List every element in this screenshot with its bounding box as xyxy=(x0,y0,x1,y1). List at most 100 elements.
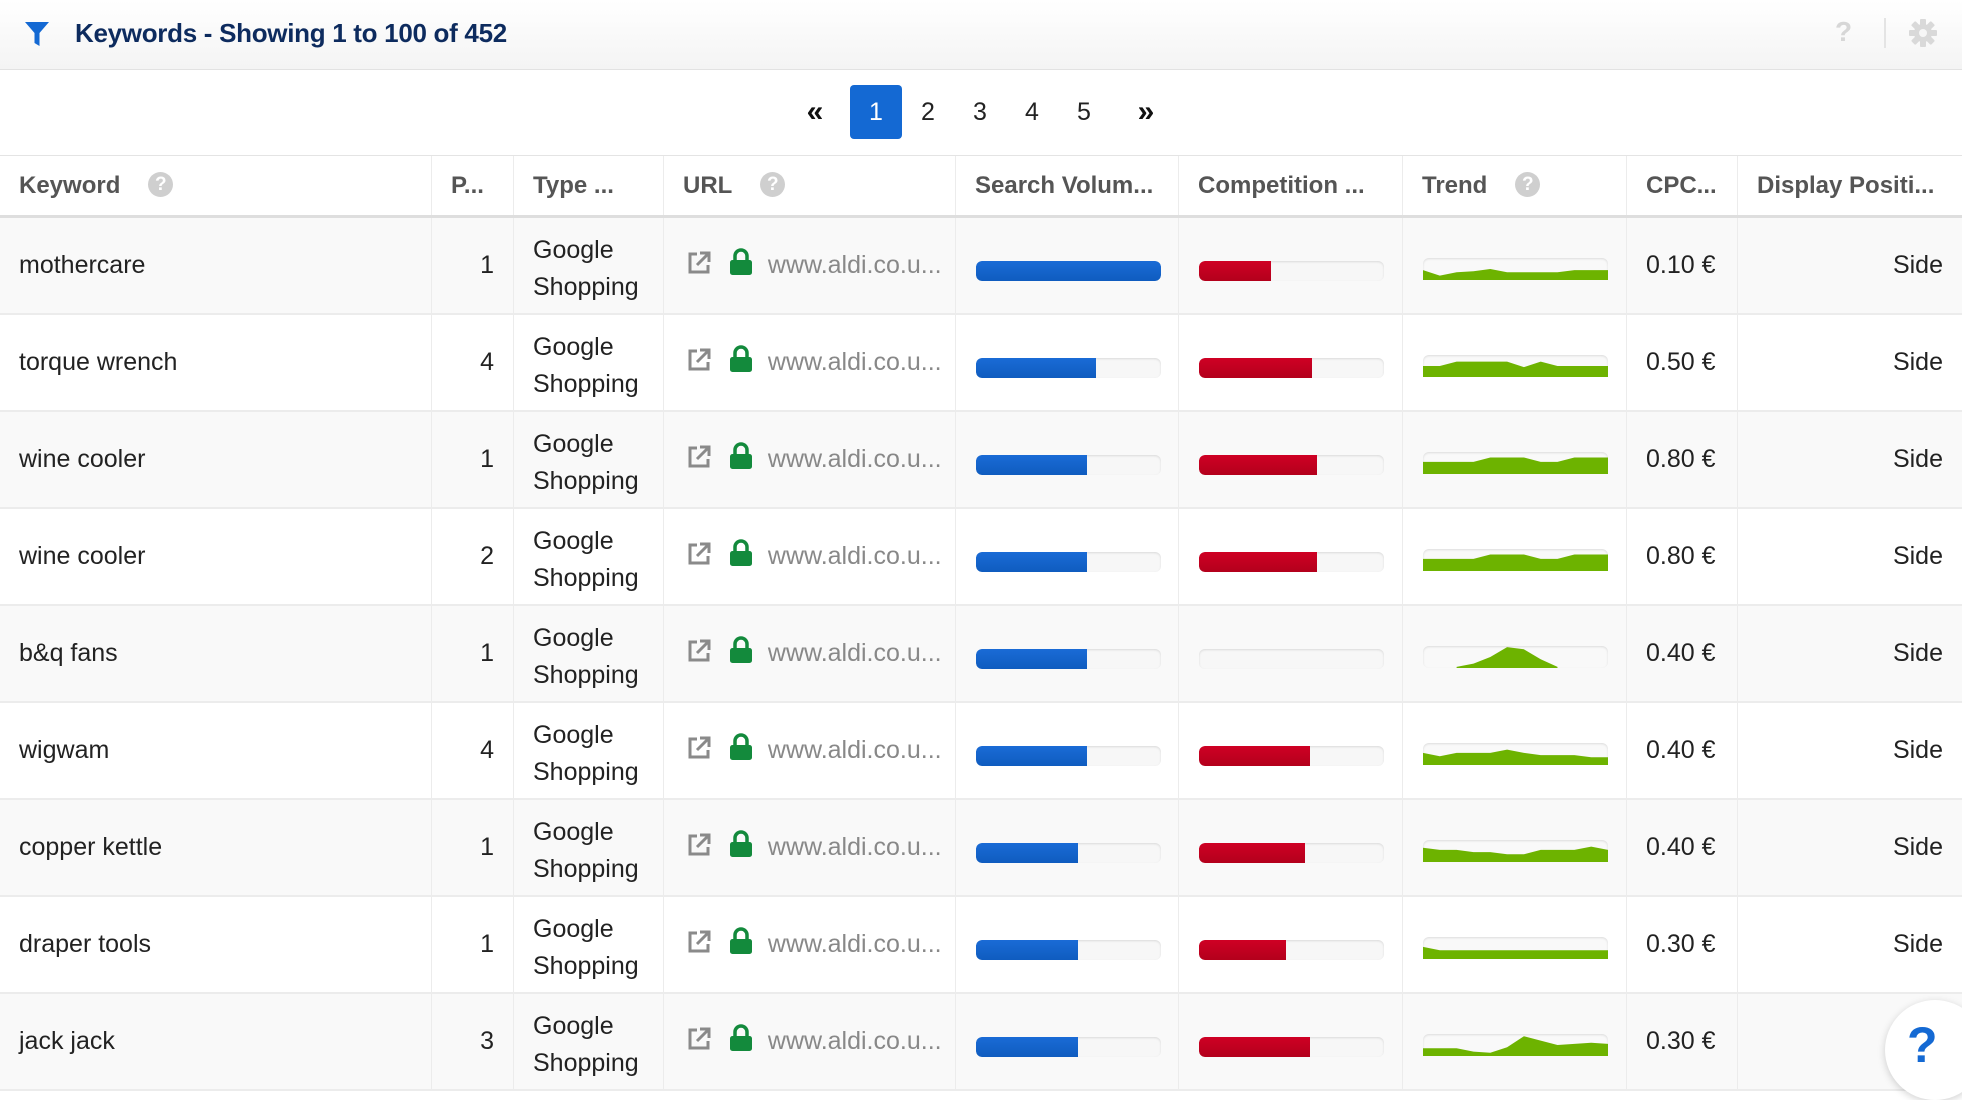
type-cell: Google Shopping xyxy=(514,897,664,992)
position-value: 1 xyxy=(480,930,494,958)
column-header-position[interactable]: P... xyxy=(432,156,514,215)
url-cell: www.aldi.co.u... xyxy=(664,509,956,604)
url-link[interactable]: www.aldi.co.u... xyxy=(768,930,942,958)
column-header-type[interactable]: Type ... xyxy=(514,156,664,215)
last-page-button[interactable]: » xyxy=(1131,85,1161,139)
search-volume-fill xyxy=(976,455,1087,475)
help-icon[interactable]: ? xyxy=(1835,16,1852,48)
cpc-cell: 0.30 € xyxy=(1627,897,1738,992)
external-link-icon[interactable] xyxy=(686,444,712,470)
search-volume-fill xyxy=(976,746,1087,766)
position-cell: 3 xyxy=(432,994,514,1089)
external-link-icon[interactable] xyxy=(686,832,712,858)
help-icon[interactable]: ? xyxy=(1515,172,1541,198)
keyword-cell: wine cooler xyxy=(0,509,432,604)
cpc-value: 0.80 € xyxy=(1646,445,1716,473)
trend-chart xyxy=(1423,1036,1608,1056)
cpc-cell: 0.40 € xyxy=(1627,606,1738,701)
url-link[interactable]: www.aldi.co.u... xyxy=(768,542,942,570)
column-label: Trend xyxy=(1422,172,1488,199)
url-cell: www.aldi.co.u... xyxy=(664,703,956,798)
keyword-text: wine cooler xyxy=(19,542,146,570)
type-cell: Google Shopping xyxy=(514,606,664,701)
trend-sparkline xyxy=(1423,646,1608,668)
url-link[interactable]: www.aldi.co.u... xyxy=(768,639,942,667)
search-volume-fill xyxy=(976,261,1161,281)
pagination: « 1 2 3 4 5 » xyxy=(0,70,1962,156)
table-row[interactable]: b&q fans 1 Google Shopping www.aldi.co.u… xyxy=(0,606,1962,703)
type-cell: Google Shopping xyxy=(514,703,664,798)
table-row[interactable]: jack jack 3 Google Shopping www.aldi.co.… xyxy=(0,994,1962,1091)
column-header-trend[interactable]: Trend? xyxy=(1403,156,1627,215)
position-value: 4 xyxy=(480,348,494,376)
page-3-button[interactable]: 3 xyxy=(967,85,993,139)
gear-icon[interactable] xyxy=(1908,18,1938,48)
question-icon: ? xyxy=(1907,1017,1938,1073)
column-label: CPC... xyxy=(1646,172,1717,199)
page-2-button[interactable]: 2 xyxy=(915,85,941,139)
title-bar: Keywords - Showing 1 to 100 of 452 ? xyxy=(0,0,1962,70)
url-link[interactable]: www.aldi.co.u... xyxy=(768,736,942,764)
external-link-icon[interactable] xyxy=(686,541,712,567)
help-icon[interactable]: ? xyxy=(760,172,786,198)
competition-cell xyxy=(1179,218,1403,313)
column-header-url[interactable]: URL? xyxy=(664,156,956,215)
type-value: Google Shopping xyxy=(533,1012,639,1077)
table-row[interactable]: wine cooler 1 Google Shopping www.aldi.c… xyxy=(0,412,1962,509)
column-header-search-volume[interactable]: Search Volum... xyxy=(956,156,1179,215)
keyword-text: jack jack xyxy=(19,1027,115,1055)
table-row[interactable]: wine cooler 2 Google Shopping www.aldi.c… xyxy=(0,509,1962,606)
trend-cell xyxy=(1403,412,1627,507)
keyword-text: draper tools xyxy=(19,930,152,958)
competition-fill xyxy=(1199,746,1310,766)
type-value: Google Shopping xyxy=(533,333,639,398)
position-cell: 1 xyxy=(432,606,514,701)
table-row[interactable]: mothercare 1 Google Shopping www.aldi.co… xyxy=(0,218,1962,315)
display-position-cell: Side xyxy=(1738,703,1962,798)
table-header: Keyword? P... Type ... URL? Search Volum… xyxy=(0,156,1962,218)
search-volume-cell xyxy=(956,218,1179,313)
trend-sparkline xyxy=(1423,549,1608,571)
url-link[interactable]: www.aldi.co.u... xyxy=(768,251,942,279)
column-header-display-position[interactable]: Display Positi... xyxy=(1738,156,1962,215)
external-link-icon[interactable] xyxy=(686,929,712,955)
table-row[interactable]: copper kettle 1 Google Shopping www.aldi… xyxy=(0,800,1962,897)
column-header-cpc[interactable]: CPC... xyxy=(1627,156,1738,215)
column-header-keyword[interactable]: Keyword? xyxy=(0,156,432,215)
external-link-icon[interactable] xyxy=(686,1026,712,1052)
external-link-icon[interactable] xyxy=(686,638,712,664)
first-page-button[interactable]: « xyxy=(800,85,830,139)
column-header-competition[interactable]: Competition ... xyxy=(1179,156,1403,215)
competition-bar xyxy=(1199,261,1384,281)
url-cell: www.aldi.co.u... xyxy=(664,412,956,507)
external-link-icon[interactable] xyxy=(686,347,712,373)
type-value: Google Shopping xyxy=(533,721,639,786)
url-link[interactable]: www.aldi.co.u... xyxy=(768,1027,942,1055)
page-4-button[interactable]: 4 xyxy=(1019,85,1045,139)
help-icon[interactable]: ? xyxy=(148,172,174,198)
url-link[interactable]: www.aldi.co.u... xyxy=(768,833,942,861)
type-value: Google Shopping xyxy=(533,527,639,592)
keyword-text: torque wrench xyxy=(19,348,178,376)
trend-chart xyxy=(1423,749,1608,765)
table-row[interactable]: torque wrench 4 Google Shopping www.aldi… xyxy=(0,315,1962,412)
lock-icon xyxy=(729,733,752,761)
keyword-text: mothercare xyxy=(19,251,146,279)
competition-bar xyxy=(1199,1037,1384,1057)
table-row[interactable]: wigwam 4 Google Shopping www.aldi.co.u..… xyxy=(0,703,1962,800)
keyword-cell: mothercare xyxy=(0,218,432,313)
display-position-cell: Side xyxy=(1738,315,1962,410)
external-link-icon[interactable] xyxy=(686,250,712,276)
url-link[interactable]: www.aldi.co.u... xyxy=(768,348,942,376)
trend-area xyxy=(1423,361,1608,377)
page-5-button[interactable]: 5 xyxy=(1071,85,1097,139)
external-link-icon[interactable] xyxy=(686,735,712,761)
url-link[interactable]: www.aldi.co.u... xyxy=(768,445,942,473)
table-row[interactable]: draper tools 1 Google Shopping www.aldi.… xyxy=(0,897,1962,994)
page-1-button[interactable]: 1 xyxy=(850,85,902,139)
search-volume-bar xyxy=(976,649,1161,669)
url-cell: www.aldi.co.u... xyxy=(664,897,956,992)
lock-icon xyxy=(729,345,752,373)
trend-cell xyxy=(1403,218,1627,313)
filter-icon[interactable] xyxy=(24,20,50,48)
